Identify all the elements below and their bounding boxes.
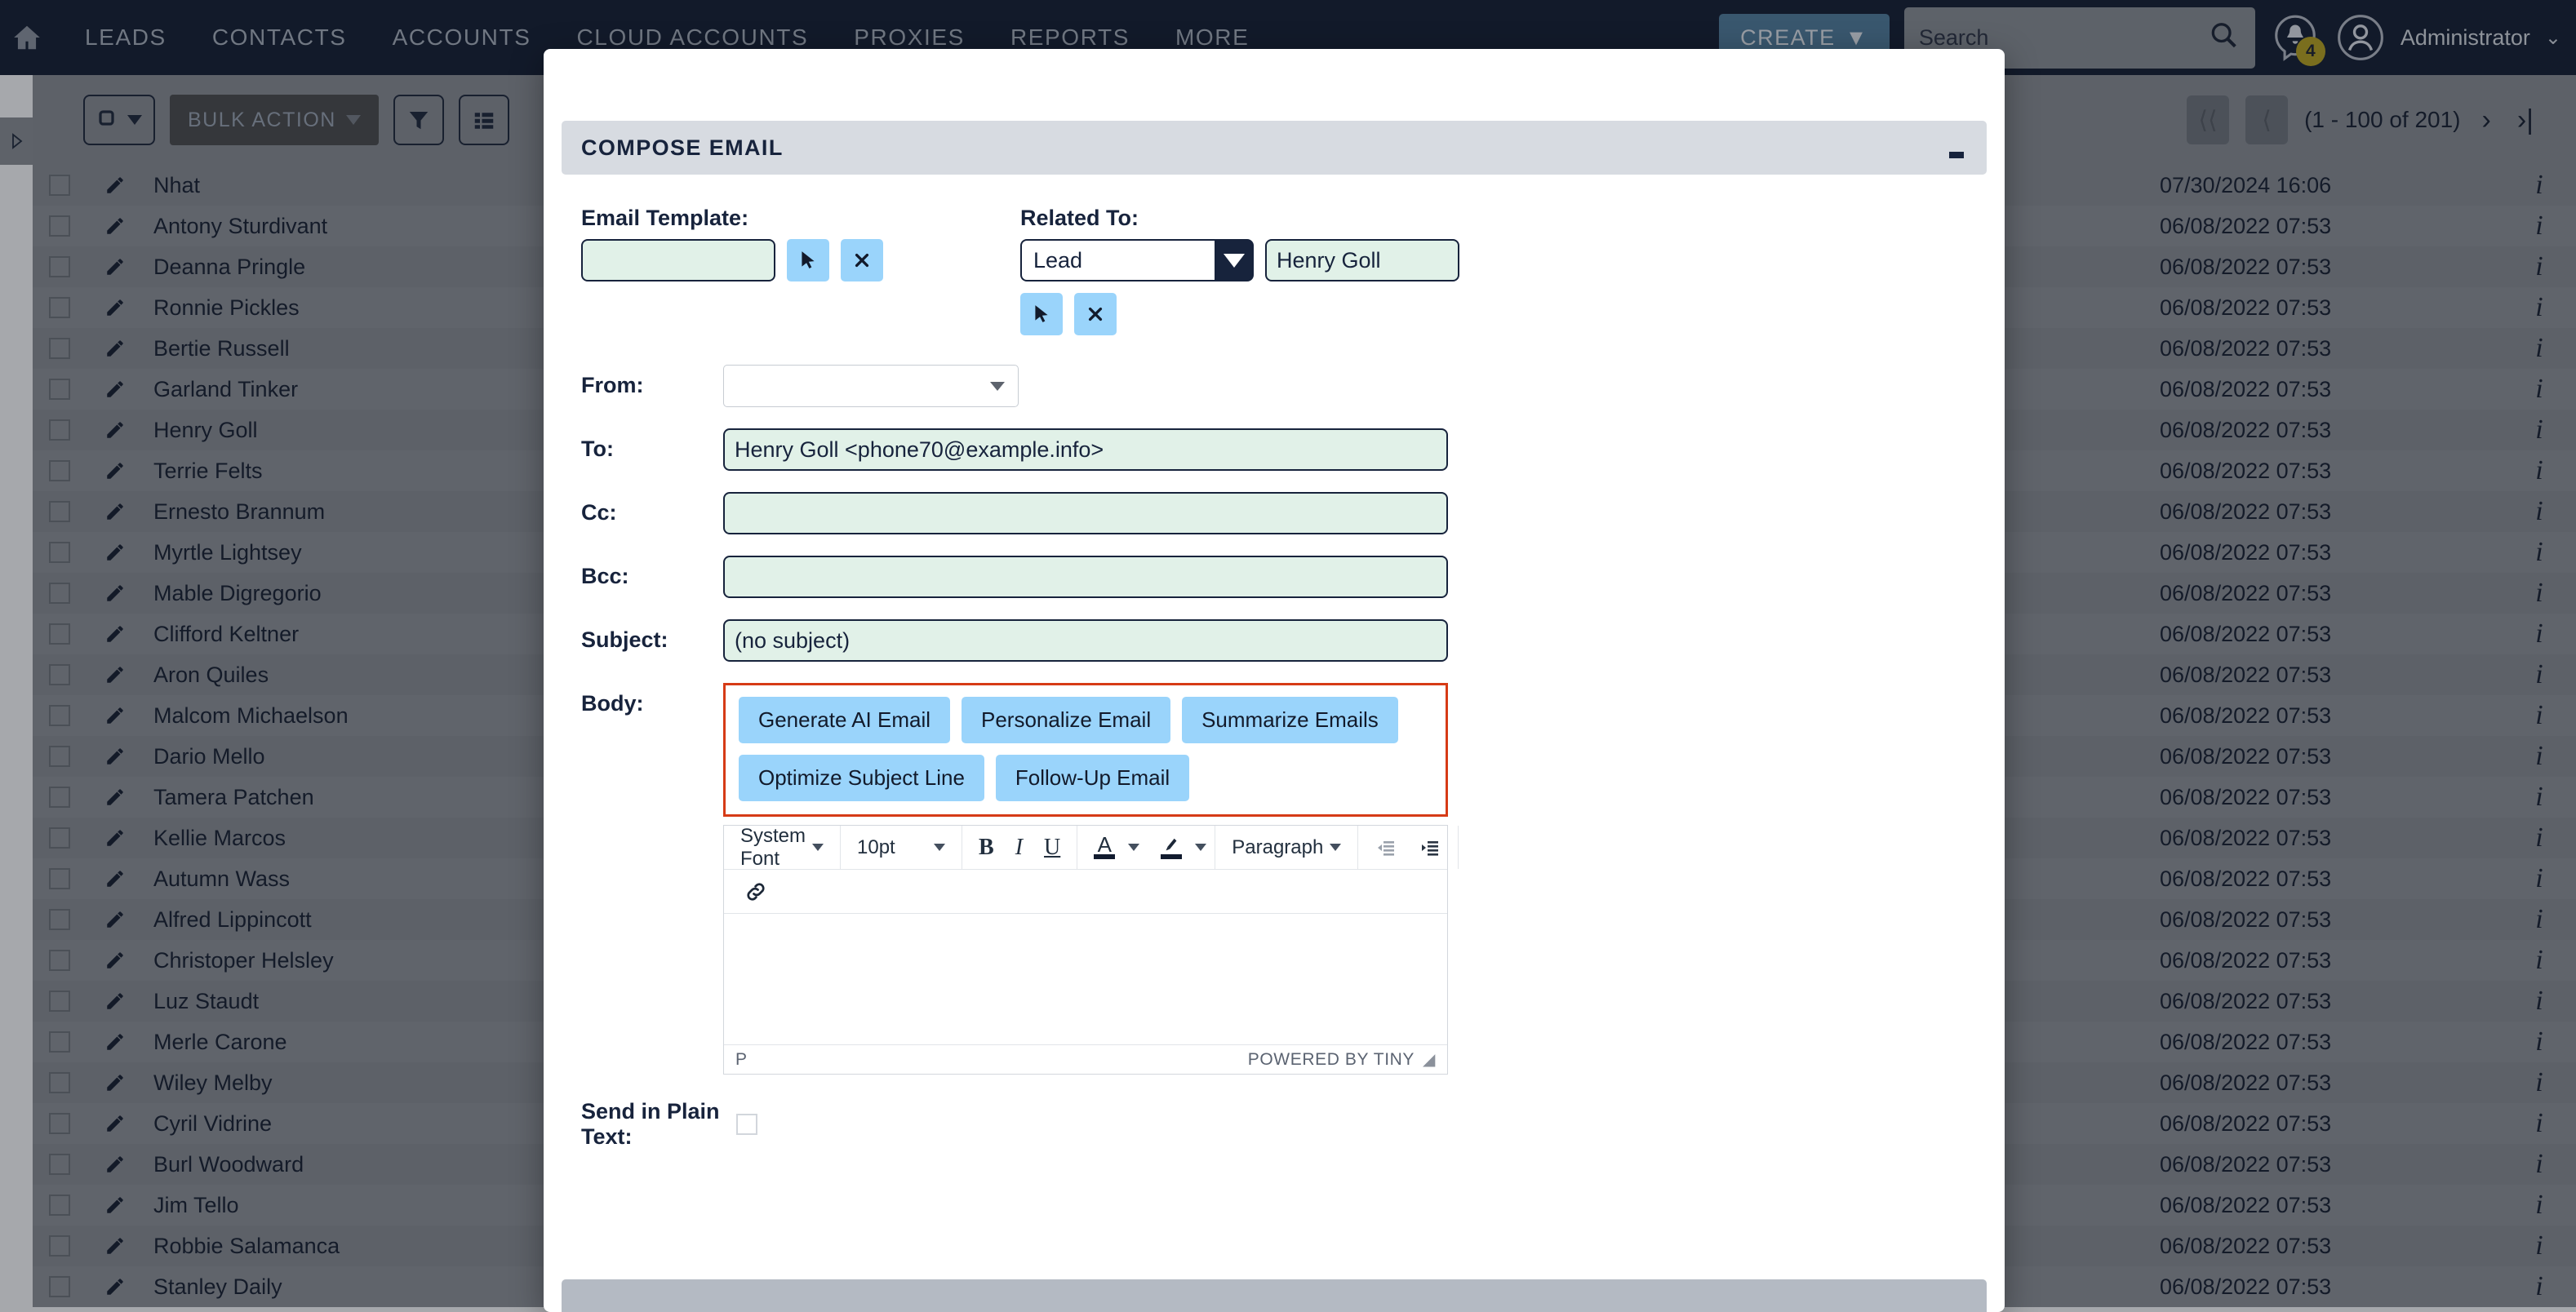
ai-actions-group: Generate AI Email Personalize Email Summar…	[723, 683, 1448, 817]
related-to-type-value: Lead	[1020, 239, 1215, 281]
indent-group	[1358, 826, 1459, 869]
to-label: To:	[581, 437, 614, 461]
related-to-select-icon[interactable]	[1020, 293, 1063, 335]
email-template-group: Email Template:	[581, 206, 962, 335]
bcc-row: Bcc:	[581, 556, 1967, 598]
font-size-select[interactable]: 10pt	[849, 831, 953, 864]
ai-button-optimize-subject-line[interactable]: Optimize Subject Line	[739, 755, 984, 801]
bcc-label: Bcc:	[581, 564, 629, 588]
bcc-input[interactable]	[723, 556, 1448, 598]
editor-toolbar-row-1: System Font 10pt B I U A Paragraph	[724, 825, 1459, 870]
chevron-down-icon[interactable]	[1195, 844, 1207, 851]
plain-text-label: Send in Plain Text:	[581, 1099, 720, 1149]
highlight-color-icon[interactable]	[1153, 831, 1190, 864]
bold-icon[interactable]: B	[970, 831, 1002, 864]
related-to-group: Related To: Lead Henry Goll	[1020, 206, 1459, 335]
block-format-select[interactable]: Paragraph	[1224, 831, 1349, 864]
font-size-value: 10pt	[857, 836, 895, 858]
modal-header: COMPOSE EMAIL	[562, 121, 1987, 175]
email-template-label: Email Template:	[581, 206, 749, 230]
ai-button-summarize-emails[interactable]: Summarize Emails	[1182, 697, 1398, 743]
block-format-group: Paragraph	[1215, 826, 1359, 869]
ai-button-generate-ai-email[interactable]: Generate AI Email	[739, 697, 950, 743]
top-fields-row: Email Template: Related To: Lead Henry G…	[581, 206, 1967, 335]
editor-content-area[interactable]	[724, 914, 1447, 1044]
block-format-value: Paragraph	[1232, 836, 1324, 858]
compose-email-modal: COMPOSE EMAIL Email Template: Related To…	[544, 49, 2005, 1312]
to-row: To: Henry Goll <phone70@example.info>	[581, 428, 1967, 471]
send-plain-text-checkbox[interactable]	[736, 1114, 757, 1135]
modal-footer	[562, 1279, 1987, 1312]
font-family-select[interactable]: System Font	[732, 825, 832, 870]
related-to-record-input[interactable]: Henry Goll	[1265, 239, 1459, 281]
modal-body: Email Template: Related To: Lead Henry G…	[544, 175, 2005, 1150]
chevron-down-icon	[812, 844, 824, 851]
ai-button-follow-up-email[interactable]: Follow-Up Email	[995, 755, 1190, 801]
email-template-select-icon[interactable]	[787, 239, 829, 281]
italic-icon[interactable]: I	[1007, 831, 1031, 864]
to-input[interactable]: Henry Goll <phone70@example.info>	[723, 428, 1448, 471]
email-template-clear-icon[interactable]	[841, 239, 883, 281]
email-template-input[interactable]	[581, 239, 775, 281]
chevron-down-icon	[1330, 844, 1342, 851]
plain-text-row: Send in Plain Text:	[581, 1099, 1967, 1150]
chevron-down-icon	[990, 381, 1005, 391]
related-to-type-select[interactable]: Lead	[1020, 239, 1254, 281]
outdent-icon[interactable]	[1366, 831, 1406, 864]
ai-button-personalize-email[interactable]: Personalize Email	[962, 697, 1171, 743]
cc-label: Cc:	[581, 500, 617, 525]
subject-label: Subject:	[581, 627, 668, 652]
related-to-label: Related To:	[1020, 206, 1139, 230]
editor-status-bar: P POWERED BY TINY ◢	[724, 1044, 1447, 1074]
cc-row: Cc:	[581, 492, 1967, 534]
indent-icon[interactable]	[1410, 831, 1450, 864]
from-label: From:	[581, 373, 644, 397]
text-color-icon[interactable]: A	[1086, 831, 1123, 864]
cc-input[interactable]	[723, 492, 1448, 534]
from-row: From:	[581, 365, 1967, 407]
font-family-value: System Font	[740, 824, 806, 870]
subject-input[interactable]: (no subject)	[723, 619, 1448, 662]
font-size-group: 10pt	[841, 826, 963, 869]
subject-row: Subject: (no subject)	[581, 619, 1967, 662]
related-to-clear-icon[interactable]	[1074, 293, 1117, 335]
rich-text-editor: System Font 10pt B I U A Paragraph P POW…	[723, 825, 1459, 1075]
editor-element-path: P	[735, 1049, 748, 1069]
body-label: Body:	[581, 691, 644, 716]
minimize-icon[interactable]	[1946, 137, 1967, 158]
editor-toolbar-row-2	[724, 870, 1447, 914]
from-select[interactable]	[723, 365, 1019, 407]
text-style-group: B I U	[962, 826, 1078, 869]
body-row: Body: Generate AI Email Personalize Email…	[581, 683, 1967, 1075]
powered-by-label: POWERED BY TINY	[1247, 1049, 1415, 1069]
chevron-down-icon[interactable]	[1128, 844, 1140, 851]
page-title: COMPOSE EMAIL	[581, 135, 784, 160]
underline-icon[interactable]: U	[1036, 831, 1068, 864]
chevron-down-icon	[934, 844, 946, 851]
insert-link-icon[interactable]	[735, 875, 776, 908]
color-group: A	[1077, 826, 1216, 869]
body-column: Generate AI Email Personalize Email Summar…	[723, 683, 1459, 1075]
font-family-group: System Font	[724, 825, 842, 870]
resize-handle-icon[interactable]: ◢	[1423, 1049, 1436, 1070]
chevron-down-icon	[1215, 239, 1254, 281]
